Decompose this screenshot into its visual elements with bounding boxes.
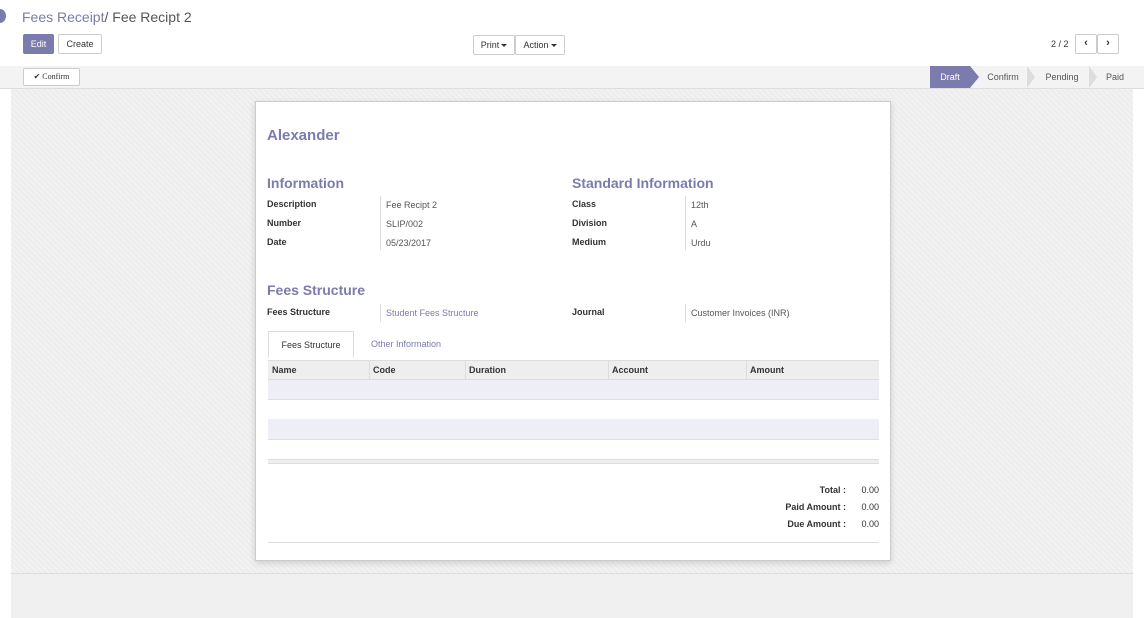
table-header: Name Code Duration Account Amount bbox=[268, 360, 879, 380]
total-label: Total : bbox=[819, 485, 846, 495]
action-label: Action bbox=[523, 40, 549, 50]
division-label: Division bbox=[572, 218, 608, 228]
division-field[interactable]: A bbox=[691, 219, 697, 229]
medium-label: Medium bbox=[572, 237, 607, 247]
caret-down-icon bbox=[550, 44, 557, 48]
medium-field[interactable]: Urdu bbox=[691, 238, 711, 248]
due-amount-label: Due Amount : bbox=[787, 519, 846, 529]
table-row bbox=[268, 420, 879, 440]
information-title: Information bbox=[267, 175, 344, 191]
journal-label: Journal bbox=[572, 307, 605, 317]
stage-confirm[interactable]: Confirm bbox=[982, 66, 1024, 88]
column-account[interactable]: Account bbox=[608, 361, 746, 379]
stage-paid[interactable]: Paid bbox=[1100, 66, 1130, 88]
form-sheet: Alexander Information Description Number… bbox=[255, 101, 891, 561]
fees-structure-label: Fees Structure bbox=[267, 307, 331, 317]
column-duration[interactable]: Duration bbox=[465, 361, 608, 379]
number-label: Number bbox=[267, 218, 302, 228]
due-amount-value: 0.00 bbox=[861, 519, 879, 529]
tab-other-information[interactable]: Other Information bbox=[360, 331, 452, 358]
field-separator bbox=[380, 196, 381, 250]
date-field[interactable]: 05/23/2017 bbox=[386, 238, 431, 248]
chevron-right-icon[interactable]: › bbox=[1097, 34, 1119, 54]
table-row bbox=[268, 380, 879, 400]
pager-value[interactable]: 2 / 2 bbox=[1051, 39, 1069, 49]
fees-structure-title: Fees Structure bbox=[267, 282, 366, 298]
stage-draft: Draft bbox=[930, 66, 970, 88]
student-name[interactable]: Alexander bbox=[267, 127, 340, 144]
breadcrumb: Fees Receipt/ Fee Recipt 2 bbox=[22, 9, 192, 25]
field-separator bbox=[685, 196, 686, 250]
date-label: Date bbox=[267, 237, 287, 247]
paid-amount-label: Paid Amount : bbox=[785, 502, 846, 512]
description-label: Description bbox=[267, 199, 317, 209]
confirm-button[interactable]: ✔ Confirm bbox=[23, 68, 80, 86]
stage-arrow bbox=[1089, 66, 1097, 88]
table-row bbox=[268, 440, 879, 460]
breadcrumb-current: Fee Recipt 2 bbox=[112, 9, 192, 25]
field-separator bbox=[685, 304, 686, 322]
fees-structure-field[interactable]: Student Fees Structure bbox=[386, 308, 479, 318]
description-field[interactable]: Fee Recipt 2 bbox=[386, 200, 437, 210]
chatter-area bbox=[11, 573, 1133, 618]
field-separator bbox=[380, 304, 381, 322]
create-button[interactable]: Create bbox=[58, 34, 102, 54]
column-code[interactable]: Code bbox=[369, 361, 465, 379]
stage-pending[interactable]: Pending bbox=[1039, 66, 1085, 88]
class-label: Class bbox=[572, 199, 597, 209]
chevron-left-icon[interactable]: ‹ bbox=[1075, 34, 1097, 54]
total-value: 0.00 bbox=[861, 485, 879, 495]
edit-button[interactable]: Edit bbox=[23, 34, 54, 54]
print-dropdown[interactable]: Print bbox=[473, 35, 515, 55]
column-amount[interactable]: Amount bbox=[746, 361, 876, 379]
tab-fees-structure[interactable]: Fees Structure bbox=[268, 331, 354, 358]
stage-arrow bbox=[1027, 66, 1035, 88]
print-label: Print bbox=[480, 40, 500, 50]
table-footer bbox=[268, 459, 879, 464]
column-name[interactable]: Name bbox=[268, 361, 368, 379]
divider bbox=[268, 542, 879, 543]
breadcrumb-separator: / bbox=[104, 9, 109, 25]
checkmark-icon: ✔ bbox=[33, 72, 41, 81]
table-row bbox=[268, 400, 879, 420]
paid-amount-value: 0.00 bbox=[861, 502, 879, 512]
control-panel: Fees Receipt/ Fee Recipt 2 Edit Create P… bbox=[0, 0, 1144, 67]
action-dropdown[interactable]: Action bbox=[515, 35, 565, 55]
class-field[interactable]: 12th bbox=[691, 200, 709, 210]
caret-down-icon bbox=[501, 44, 508, 48]
standard-information-title: Standard Information bbox=[572, 175, 714, 191]
journal-field[interactable]: Customer Invoices (INR) bbox=[691, 308, 790, 318]
sidebar-toggle[interactable] bbox=[0, 9, 6, 23]
breadcrumb-parent[interactable]: Fees Receipt bbox=[22, 9, 104, 25]
number-field[interactable]: SLIP/002 bbox=[386, 219, 423, 229]
confirm-button-label: Confirm bbox=[42, 72, 70, 81]
stage-arrow bbox=[970, 66, 979, 88]
